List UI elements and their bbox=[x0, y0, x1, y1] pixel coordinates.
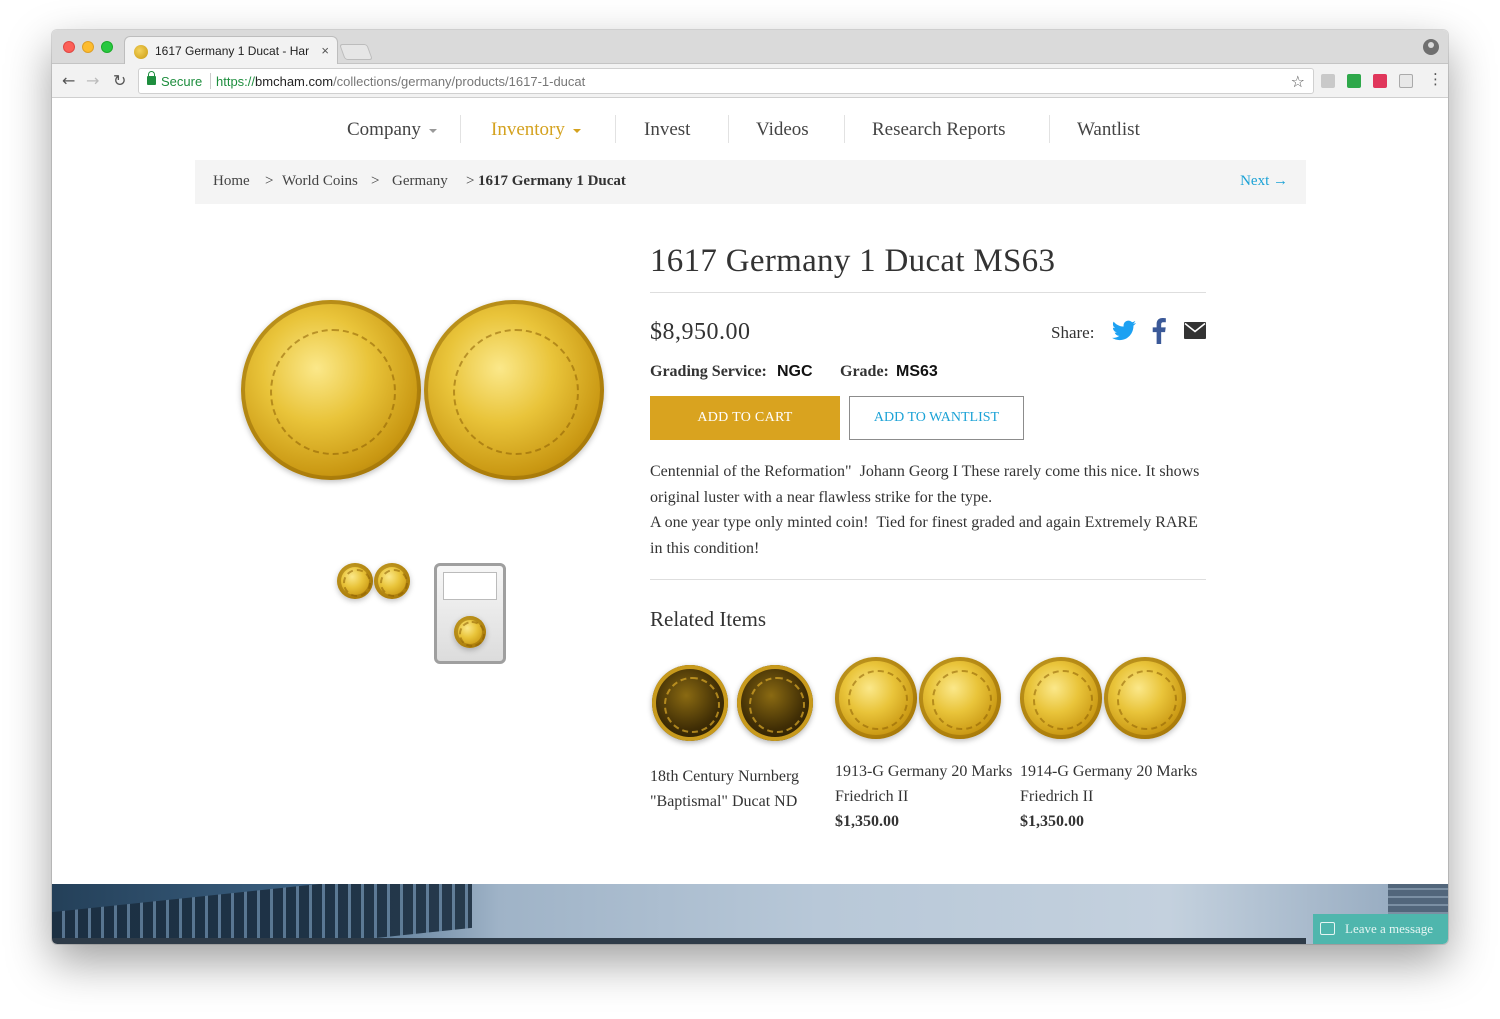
title-divider bbox=[650, 292, 1206, 293]
main-nav: Company Inventory Invest Videos Research… bbox=[52, 99, 1448, 159]
product-price: $8,950.00 bbox=[650, 319, 751, 345]
product-image-reverse[interactable] bbox=[424, 300, 604, 480]
browser-window: 1617 Germany 1 Ducat - Hard / × ← → ↻ Se… bbox=[52, 30, 1448, 944]
address-bar[interactable]: Secure https://bmcham.com/collections/ge… bbox=[138, 68, 1314, 94]
nav-divider bbox=[728, 115, 729, 143]
minimize-window-button[interactable] bbox=[82, 41, 94, 53]
thumbnail-coin-obverse bbox=[337, 563, 373, 599]
chat-bubble-icon bbox=[1320, 922, 1335, 935]
nav-divider bbox=[1049, 115, 1050, 143]
related-item-price: $1,350.00 bbox=[1020, 813, 1084, 830]
nav-inventory-label: Inventory bbox=[491, 119, 565, 140]
slab-label bbox=[443, 572, 497, 600]
related-item-image-reverse[interactable] bbox=[1104, 657, 1186, 739]
nav-company[interactable]: Company bbox=[347, 119, 437, 141]
back-arrow-icon[interactable]: ← bbox=[62, 71, 75, 90]
nav-divider bbox=[460, 115, 461, 143]
breadcrumb-world-coins[interactable]: World Coins bbox=[282, 173, 358, 190]
grade-value: MS63 bbox=[896, 363, 938, 380]
page-viewport: Company Inventory Invest Videos Research… bbox=[52, 99, 1448, 944]
tab-title: 1617 Germany 1 Ducat - Hard / bbox=[155, 44, 309, 58]
nav-wantlist[interactable]: Wantlist bbox=[1077, 119, 1140, 141]
extension-reader-icon[interactable] bbox=[1399, 74, 1413, 88]
tab-close-icon[interactable]: × bbox=[321, 43, 329, 58]
breadcrumb-separator: > bbox=[466, 173, 475, 189]
close-window-button[interactable] bbox=[63, 41, 75, 53]
related-item-name[interactable]: 1914-G Germany 20 Marks Friedrich II bbox=[1020, 759, 1200, 809]
new-tab-button[interactable] bbox=[339, 44, 373, 60]
add-to-cart-button[interactable]: ADD TO CART bbox=[650, 396, 840, 440]
breadcrumb-germany[interactable]: Germany bbox=[392, 173, 448, 190]
url-path: /collections/germany/products/1617-1-duc… bbox=[333, 74, 586, 89]
secure-label: Secure bbox=[161, 74, 203, 89]
thumbnail-coin-reverse bbox=[374, 563, 410, 599]
related-item-name[interactable]: 18th Century Nurnberg "Baptismal" Ducat … bbox=[650, 764, 830, 814]
related-item-image-reverse[interactable] bbox=[737, 665, 813, 741]
reload-icon[interactable]: ↻ bbox=[113, 71, 126, 90]
footer-banner-image bbox=[52, 884, 1448, 944]
grading-service-value: NGC bbox=[777, 363, 813, 380]
breadcrumb-separator: > bbox=[265, 173, 274, 189]
bookmark-star-icon[interactable]: ☆ bbox=[1291, 72, 1305, 91]
browser-tab[interactable]: 1617 Germany 1 Ducat - Hard / × bbox=[124, 36, 338, 65]
nav-research-reports[interactable]: Research Reports bbox=[872, 119, 1005, 141]
caret-down-icon bbox=[572, 128, 581, 133]
email-icon[interactable] bbox=[1184, 322, 1206, 339]
product-description: Centennial of the Reformation" Johann Ge… bbox=[650, 463, 1200, 557]
url-host: bmcham.com bbox=[255, 74, 334, 89]
chat-label: Leave a message bbox=[1345, 921, 1434, 936]
breadcrumb-separator: > bbox=[371, 173, 380, 189]
product-title: 1617 Germany 1 Ducat MS63 bbox=[650, 243, 1056, 279]
related-item-name[interactable]: 1913-G Germany 20 Marks Friedrich II bbox=[835, 759, 1015, 809]
browser-menu-icon[interactable]: ⋮ bbox=[1428, 70, 1443, 88]
extension-grammarly-icon[interactable] bbox=[1321, 74, 1335, 88]
product-image-obverse[interactable] bbox=[241, 300, 421, 480]
url-text[interactable]: https://bmcham.com/collections/germany/p… bbox=[216, 74, 585, 89]
related-item-image-obverse[interactable] bbox=[835, 657, 917, 739]
nav-divider bbox=[615, 115, 616, 143]
coin-favicon-icon bbox=[134, 45, 148, 59]
nav-invest[interactable]: Invest bbox=[644, 119, 690, 141]
related-items-heading: Related Items bbox=[650, 607, 767, 631]
grading-service-label: Grading Service: bbox=[650, 363, 767, 380]
breadcrumb: Home > World Coins > Germany > 1617 Germ… bbox=[195, 160, 1306, 204]
description-divider bbox=[650, 579, 1206, 580]
thumbnail-ngc-slab[interactable] bbox=[434, 563, 506, 664]
maximize-window-button[interactable] bbox=[101, 41, 113, 53]
next-product-link[interactable]: Next → bbox=[1240, 173, 1288, 190]
related-item-image-obverse[interactable] bbox=[652, 665, 728, 741]
grade-label: Grade: bbox=[840, 363, 889, 380]
slab-coin bbox=[454, 616, 486, 648]
nav-inventory[interactable]: Inventory bbox=[491, 119, 581, 141]
lock-icon bbox=[147, 71, 156, 85]
nav-divider bbox=[844, 115, 845, 143]
nav-videos[interactable]: Videos bbox=[756, 119, 809, 141]
nav-company-label: Company bbox=[347, 119, 421, 140]
breadcrumb-current: 1617 Germany 1 Ducat bbox=[478, 173, 626, 189]
twitter-icon[interactable] bbox=[1111, 318, 1137, 344]
url-protocol: https:// bbox=[216, 74, 256, 89]
url-divider bbox=[210, 73, 211, 89]
share-label: Share: bbox=[1051, 323, 1095, 342]
extension-green-icon[interactable] bbox=[1347, 74, 1361, 88]
breadcrumb-home[interactable]: Home bbox=[213, 173, 250, 190]
tab-bar: 1617 Germany 1 Ducat - Hard / × bbox=[52, 30, 1448, 65]
building-graphic bbox=[52, 884, 472, 944]
add-to-wantlist-button[interactable]: ADD TO WANTLIST bbox=[849, 396, 1024, 440]
profile-icon[interactable] bbox=[1423, 39, 1439, 55]
forward-arrow-icon[interactable]: → bbox=[86, 71, 99, 90]
facebook-icon[interactable] bbox=[1152, 318, 1166, 344]
banner-bar bbox=[52, 938, 1306, 944]
extension-red-icon[interactable] bbox=[1373, 74, 1387, 88]
related-item-image-obverse[interactable] bbox=[1020, 657, 1102, 739]
leave-message-chat-button[interactable]: Leave a message bbox=[1313, 914, 1448, 944]
caret-down-icon bbox=[428, 128, 437, 133]
browser-toolbar: ← → ↻ Secure https://bmcham.com/collecti… bbox=[52, 64, 1448, 98]
related-item-image-reverse[interactable] bbox=[919, 657, 1001, 739]
related-item-price: $1,350.00 bbox=[835, 813, 899, 830]
thumbnail-coin-pair[interactable] bbox=[334, 561, 414, 617]
